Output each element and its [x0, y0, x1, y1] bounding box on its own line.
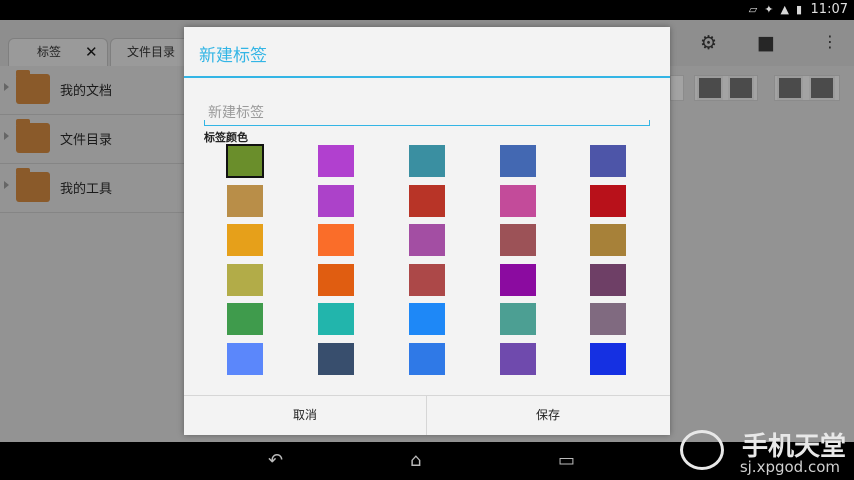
color-swatch[interactable]: [590, 343, 626, 375]
color-swatch[interactable]: [227, 185, 263, 217]
status-time: 11:07: [810, 2, 848, 17]
recent-apps-icon[interactable]: ▭: [558, 450, 575, 472]
dual-pane-icon[interactable]: [809, 76, 835, 100]
color-swatch[interactable]: [227, 264, 263, 296]
color-swatch[interactable]: [500, 224, 536, 256]
save-button[interactable]: 保存: [427, 396, 669, 435]
single-pane-icon[interactable]: [777, 76, 803, 100]
color-swatch[interactable]: [590, 145, 626, 177]
status-icons: ▱ ✦ ▲ ▮: [749, 3, 802, 17]
color-swatch[interactable]: [318, 303, 354, 335]
back-icon[interactable]: ↶: [268, 450, 283, 472]
status-bar: ▱ ✦ ▲ ▮ 11:07: [0, 0, 854, 20]
color-swatch[interactable]: [590, 185, 626, 217]
list-item[interactable]: 文件目录: [0, 115, 200, 164]
bluetooth-icon: ✦: [764, 3, 774, 16]
color-swatch[interactable]: [227, 224, 263, 256]
color-swatch[interactable]: [409, 264, 445, 296]
color-swatch[interactable]: [227, 303, 263, 335]
color-swatch[interactable]: [409, 185, 445, 217]
path-bar: [670, 75, 684, 101]
folder-icon: [16, 168, 50, 202]
color-swatch[interactable]: [318, 343, 354, 375]
color-swatch[interactable]: [500, 264, 536, 296]
input-edge-left: [204, 120, 205, 126]
expand-arrow-icon: [4, 181, 9, 189]
home-icon[interactable]: ⌂: [410, 450, 421, 472]
gear-icon[interactable]: ⚙: [700, 32, 717, 54]
notification-icon: ▱: [748, 3, 758, 16]
watermark-logo: [680, 430, 724, 470]
watermark-url: sj.xpgod.com: [739, 458, 840, 476]
color-swatch[interactable]: [409, 303, 445, 335]
tag-name-input[interactable]: [204, 100, 650, 126]
color-swatch[interactable]: [226, 144, 264, 178]
list-item[interactable]: 我的文档: [0, 66, 200, 115]
close-icon[interactable]: ✕: [85, 39, 98, 65]
new-tag-dialog: 新建标签 标签颜色 取消 保存: [184, 27, 670, 435]
expand-arrow-icon: [4, 132, 9, 140]
color-swatch[interactable]: [500, 343, 536, 375]
color-swatch[interactable]: [409, 224, 445, 256]
overflow-menu-icon[interactable]: ⋮: [822, 32, 838, 51]
color-swatch[interactable]: [318, 145, 354, 177]
tab-label: 文件目录: [127, 45, 176, 59]
color-swatch[interactable]: [590, 264, 626, 296]
color-label: 标签颜色: [204, 131, 248, 144]
color-swatch[interactable]: [500, 145, 536, 177]
wifi-icon: ▲: [780, 3, 789, 16]
folder-label: 我的工具: [60, 182, 113, 197]
color-swatch[interactable]: [500, 303, 536, 335]
expand-arrow-icon: [4, 83, 9, 91]
color-swatch[interactable]: [227, 343, 263, 375]
folder-label: 我的文档: [60, 84, 113, 99]
tab-label: 标签: [37, 45, 62, 59]
color-swatch[interactable]: [409, 343, 445, 375]
grid-view-icon[interactable]: [697, 76, 723, 100]
folder-icon: [16, 70, 50, 104]
title-divider: [184, 76, 670, 78]
battery-icon: ▮: [795, 3, 802, 16]
color-swatch[interactable]: [409, 145, 445, 177]
color-swatch[interactable]: [318, 224, 354, 256]
color-swatch[interactable]: [590, 224, 626, 256]
chat-icon[interactable]: ■: [757, 32, 775, 54]
folder-icon: [16, 119, 50, 153]
color-swatch[interactable]: [590, 303, 626, 335]
tab-bookmarks[interactable]: 标签 ✕: [8, 38, 108, 66]
color-swatch[interactable]: [318, 264, 354, 296]
folder-label: 文件目录: [60, 133, 113, 148]
dialog-title: 新建标签: [199, 46, 267, 66]
folder-list: 我的文档 文件目录 我的工具: [0, 66, 200, 213]
input-edge-right: [649, 120, 650, 126]
navigation-bar: ↶ ⌂ ▭: [0, 442, 854, 480]
cancel-button[interactable]: 取消: [184, 396, 426, 435]
color-swatch[interactable]: [318, 185, 354, 217]
list-item[interactable]: 我的工具: [0, 164, 200, 213]
list-view-icon[interactable]: [728, 76, 754, 100]
color-swatch[interactable]: [500, 185, 536, 217]
